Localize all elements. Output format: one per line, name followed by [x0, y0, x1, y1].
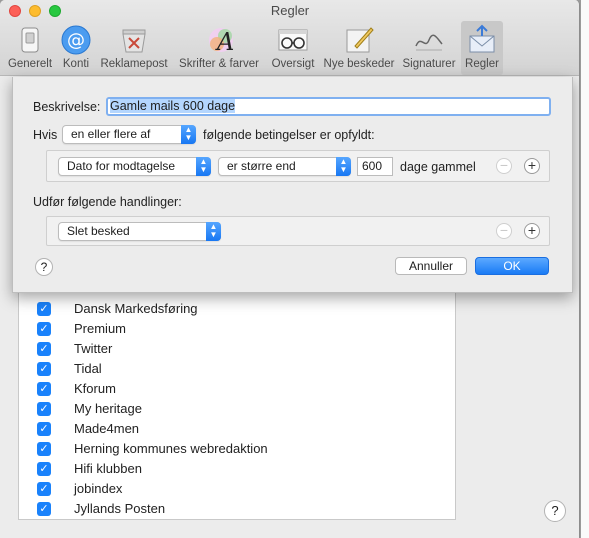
toolbar-label: Konti [62, 58, 90, 70]
description-label: Beskrivelse: [33, 100, 101, 114]
checkbox-checked-icon[interactable]: ✓ [37, 382, 51, 396]
cancel-button[interactable]: Annuller [395, 257, 467, 275]
glasses-icon [278, 29, 308, 51]
if-label: Hvis [33, 128, 58, 142]
at-sign-icon: @ [61, 25, 91, 55]
action-row: Slet besked ▲ ▼ − + [46, 216, 550, 246]
list-item[interactable]: ✓ Premium [19, 320, 455, 340]
toolbar-item-nye-beskeder[interactable]: Nye beskeder [320, 21, 398, 75]
rule-name: jobindex [74, 481, 123, 496]
signature-icon [415, 34, 443, 51]
conditions-suffix-label: følgende betingelser er opfyldt: [203, 128, 375, 142]
add-action-button[interactable]: + [524, 223, 540, 239]
background-window-edge [581, 0, 589, 538]
toolbar: Regler Generelt @ Konti Reklamepost A Sk… [0, 0, 579, 76]
toolbar-label: Oversigt [271, 58, 315, 70]
description-value: Gamle mails 600 dage [110, 99, 236, 113]
match-popup-value: en eller flere af [71, 127, 151, 141]
chevron-up-down-icon: ▲ ▼ [181, 125, 196, 144]
rules-list: ✓ Dansk Markedsføring ✓ Premium ✓ Twitte… [18, 280, 456, 520]
rule-name: My heritage [74, 401, 142, 416]
phone-switch-icon [21, 27, 39, 53]
list-item[interactable]: ✓ Jyllands Posten [19, 500, 455, 520]
preferences-window: Regler Generelt @ Konti Reklamepost A Sk… [0, 0, 580, 538]
rule-name: Dansk Markedsføring [74, 301, 198, 316]
list-item[interactable]: ✓ Kforum [19, 380, 455, 400]
chevron-up-down-icon: ▲ ▼ [206, 222, 221, 241]
ok-button[interactable]: OK [475, 257, 549, 275]
action-type-value: Slet besked [67, 224, 130, 238]
toolbar-item-reklamepost[interactable]: Reklamepost [96, 21, 172, 75]
toolbar-label: Signaturer [402, 58, 456, 70]
list-item[interactable]: ✓ Hifi klubben [19, 460, 455, 480]
toolbar-item-konti[interactable]: @ Konti [56, 21, 96, 75]
checkbox-checked-icon[interactable]: ✓ [37, 402, 51, 416]
toolbar-item-oversigt[interactable]: Oversigt [266, 21, 320, 75]
toolbar-label: Reklamepost [100, 58, 168, 70]
rule-editor-sheet: Beskrivelse: Gamle mails 600 dage Hvis e… [12, 77, 573, 293]
toolbar-label: Skrifter & farver [179, 58, 259, 70]
remove-condition-button[interactable]: − [496, 158, 512, 174]
fonts-colors-icon: A [209, 28, 234, 56]
toolbar-label: Nye beskeder [323, 58, 395, 70]
list-item[interactable]: ✓ Made4men [19, 420, 455, 440]
action-type-popup[interactable]: Slet besked ▲ ▼ [58, 222, 221, 241]
rule-name: Hifi klubben [74, 461, 142, 476]
description-field[interactable]: Gamle mails 600 dage [106, 97, 551, 116]
checkbox-checked-icon[interactable]: ✓ [37, 502, 51, 516]
checkbox-checked-icon[interactable]: ✓ [37, 462, 51, 476]
condition-operator-value: er større end [227, 159, 296, 173]
condition-unit-label: dage gammel [400, 160, 476, 174]
rule-name: Premium [74, 321, 127, 336]
rule-name: Tidal [74, 361, 102, 376]
rule-name: Twitter [74, 341, 113, 356]
toolbar-item-signaturer[interactable]: Signaturer [398, 21, 460, 75]
rules-envelope-icon [469, 24, 495, 53]
checkbox-checked-icon[interactable]: ✓ [37, 422, 51, 436]
checkbox-checked-icon[interactable]: ✓ [37, 302, 51, 316]
help-button[interactable]: ? [544, 500, 566, 522]
junk-mail-icon [122, 29, 146, 53]
help-button[interactable]: ? [35, 258, 53, 276]
compose-icon [346, 27, 374, 53]
svg-text:@: @ [67, 30, 85, 51]
checkbox-checked-icon[interactable]: ✓ [37, 342, 51, 356]
rule-name: Made4men [74, 421, 140, 436]
list-item[interactable]: ✓ My heritage [19, 400, 455, 420]
svg-text:A: A [215, 28, 234, 56]
match-popup[interactable]: en eller flere af ▲ ▼ [62, 125, 196, 144]
rule-name: Kforum [74, 381, 116, 396]
toolbar-item-regler[interactable]: Regler [461, 21, 503, 75]
condition-field-value: Dato for modtagelse [67, 159, 176, 173]
toolbar-label: Regler [465, 58, 499, 70]
list-item[interactable]: ✓ Tidal [19, 360, 455, 380]
toolbar-label: Generelt [7, 58, 53, 70]
condition-operator-popup[interactable]: er større end ▲ ▼ [218, 157, 351, 176]
chevron-up-down-icon: ▲ ▼ [196, 157, 211, 176]
checkbox-checked-icon[interactable]: ✓ [37, 362, 51, 376]
list-item[interactable]: ✓ Twitter [19, 340, 455, 360]
checkbox-checked-icon[interactable]: ✓ [37, 482, 51, 496]
rule-name: Herning kommunes webredaktion [74, 441, 268, 456]
window-title: Regler [270, 3, 310, 18]
add-condition-button[interactable]: + [524, 158, 540, 174]
remove-action-button[interactable]: − [496, 223, 512, 239]
condition-row: Dato for modtagelse ▲ ▼ er større end ▲ ▼ … [46, 150, 550, 182]
rule-name: Jyllands Posten [74, 501, 166, 516]
list-item[interactable]: ✓ Herning kommunes webredaktion [19, 440, 455, 460]
chevron-up-down-icon: ▲ ▼ [336, 157, 351, 176]
toolbar-item-skrifter-farver[interactable]: A Skrifter & farver [172, 21, 266, 75]
list-item[interactable]: ✓ Dansk Markedsføring [19, 300, 455, 320]
condition-field-popup[interactable]: Dato for modtagelse ▲ ▼ [58, 157, 211, 176]
list-item[interactable]: ✓ jobindex [19, 480, 455, 500]
checkbox-checked-icon[interactable]: ✓ [37, 322, 51, 336]
condition-value-field[interactable]: 600 [357, 157, 393, 176]
toolbar-item-generelt[interactable]: Generelt [4, 21, 56, 75]
checkbox-checked-icon[interactable]: ✓ [37, 442, 51, 456]
actions-label: Udfør følgende handlinger: [33, 195, 182, 209]
